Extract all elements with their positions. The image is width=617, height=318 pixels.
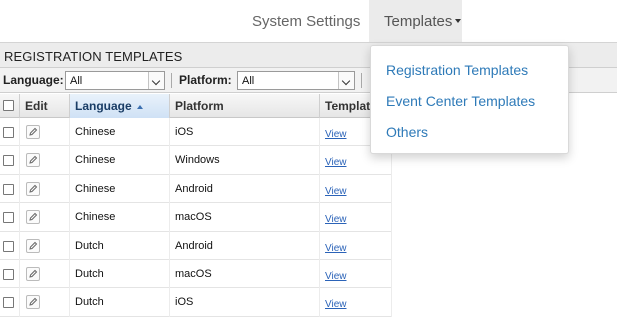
platform-filter-select[interactable]: All — [237, 71, 355, 90]
edit-cell[interactable] — [20, 174, 70, 204]
row-checkbox[interactable] — [3, 240, 14, 252]
column-header-language[interactable]: Language — [70, 94, 170, 118]
template-cell: View — [320, 174, 392, 204]
grid-header: Edit Language Platform Templat — [0, 94, 392, 118]
view-template-link[interactable]: View — [325, 299, 347, 310]
sort-ascending-icon — [136, 105, 143, 109]
select-all-checkbox[interactable] — [3, 100, 14, 111]
platform-cell: Windows — [170, 146, 320, 175]
menu-item-others[interactable]: Others — [386, 124, 428, 140]
row-checkbox[interactable] — [3, 212, 14, 224]
platform-cell: iOS — [170, 118, 320, 147]
row-select-cell[interactable] — [0, 231, 20, 260]
table-row[interactable]: Chinese macOS View — [0, 203, 392, 232]
view-template-link[interactable]: View — [325, 157, 347, 168]
table-row[interactable]: Dutch macOS View — [0, 259, 392, 289]
language-cell: Dutch — [70, 231, 170, 260]
language-filter-value: All — [70, 75, 83, 87]
top-navigation: System Settings Templates — [0, 0, 617, 42]
templates-grid: Edit Language Platform Templat Chinese iO… — [0, 94, 392, 317]
pencil-edit-icon[interactable] — [26, 266, 40, 281]
platform-cell: Android — [170, 174, 320, 204]
templates-dropdown-menu: Registration Templates Event Center Temp… — [370, 45, 569, 154]
select-all-header[interactable] — [0, 94, 20, 118]
table-row[interactable]: Dutch Android View — [0, 231, 392, 260]
language-cell: Chinese — [70, 174, 170, 204]
view-template-link[interactable]: View — [325, 129, 347, 140]
view-template-link[interactable]: View — [325, 271, 347, 282]
pencil-edit-icon[interactable] — [26, 125, 40, 139]
pencil-edit-icon[interactable] — [26, 153, 40, 168]
pencil-edit-icon[interactable] — [26, 181, 40, 196]
platform-cell: macOS — [170, 259, 320, 289]
nav-templates[interactable]: Templates — [369, 0, 462, 42]
row-checkbox[interactable] — [3, 155, 14, 167]
edit-cell[interactable] — [20, 146, 70, 175]
language-filter-label: Language: — [3, 73, 64, 87]
edit-cell[interactable] — [20, 118, 70, 147]
platform-cell: macOS — [170, 203, 320, 232]
platform-cell: Android — [170, 231, 320, 260]
row-select-cell[interactable] — [0, 288, 20, 317]
table-row[interactable]: Chinese Windows View — [0, 146, 392, 175]
edit-cell[interactable] — [20, 231, 70, 260]
template-cell: View — [320, 259, 392, 289]
edit-cell[interactable] — [20, 259, 70, 289]
table-row[interactable]: Chinese Android View — [0, 174, 392, 204]
row-select-cell[interactable] — [0, 203, 20, 232]
column-header-language-label: Language — [75, 99, 132, 113]
platform-filter-value: All — [242, 75, 255, 87]
platform-cell: iOS — [170, 288, 320, 317]
row-checkbox[interactable] — [3, 297, 14, 309]
row-select-cell[interactable] — [0, 118, 20, 147]
view-template-link[interactable]: View — [325, 186, 347, 197]
language-cell: Dutch — [70, 259, 170, 289]
row-checkbox[interactable] — [3, 183, 14, 195]
row-select-cell[interactable] — [0, 259, 20, 289]
view-template-link[interactable]: View — [325, 243, 347, 254]
language-cell: Dutch — [70, 288, 170, 317]
language-cell: Chinese — [70, 118, 170, 147]
nav-templates-label: Templates — [384, 13, 453, 30]
row-checkbox[interactable] — [3, 268, 14, 280]
filter-divider — [361, 73, 362, 88]
menu-item-event-center-templates[interactable]: Event Center Templates — [386, 93, 535, 109]
filter-divider — [171, 73, 172, 88]
row-select-cell[interactable] — [0, 174, 20, 204]
pencil-edit-icon[interactable] — [26, 295, 40, 310]
platform-filter-label: Platform: — [179, 73, 232, 87]
edit-cell[interactable] — [20, 288, 70, 317]
select-arrow-icon[interactable] — [148, 72, 164, 89]
table-row[interactable]: Chinese iOS View — [0, 118, 392, 147]
grid-body: Chinese iOS View Chinese Windows View Chinese A… — [0, 118, 392, 317]
nav-system-settings[interactable]: System Settings — [252, 0, 360, 42]
caret-down-icon — [455, 19, 461, 23]
language-filter-select[interactable]: All — [65, 71, 165, 90]
row-select-cell[interactable] — [0, 146, 20, 175]
language-cell: Chinese — [70, 146, 170, 175]
language-cell: Chinese — [70, 203, 170, 232]
template-cell: View — [320, 288, 392, 317]
column-header-edit: Edit — [20, 94, 70, 118]
pencil-edit-icon[interactable] — [26, 210, 40, 225]
template-cell: View — [320, 231, 392, 260]
template-cell: View — [320, 203, 392, 232]
row-checkbox[interactable] — [3, 127, 14, 138]
menu-item-registration-templates[interactable]: Registration Templates — [386, 62, 528, 78]
column-header-platform[interactable]: Platform — [170, 94, 320, 118]
edit-cell[interactable] — [20, 203, 70, 232]
select-arrow-icon[interactable] — [338, 72, 354, 89]
view-template-link[interactable]: View — [325, 214, 347, 225]
pencil-edit-icon[interactable] — [26, 238, 40, 253]
table-row[interactable]: Dutch iOS View — [0, 288, 392, 317]
